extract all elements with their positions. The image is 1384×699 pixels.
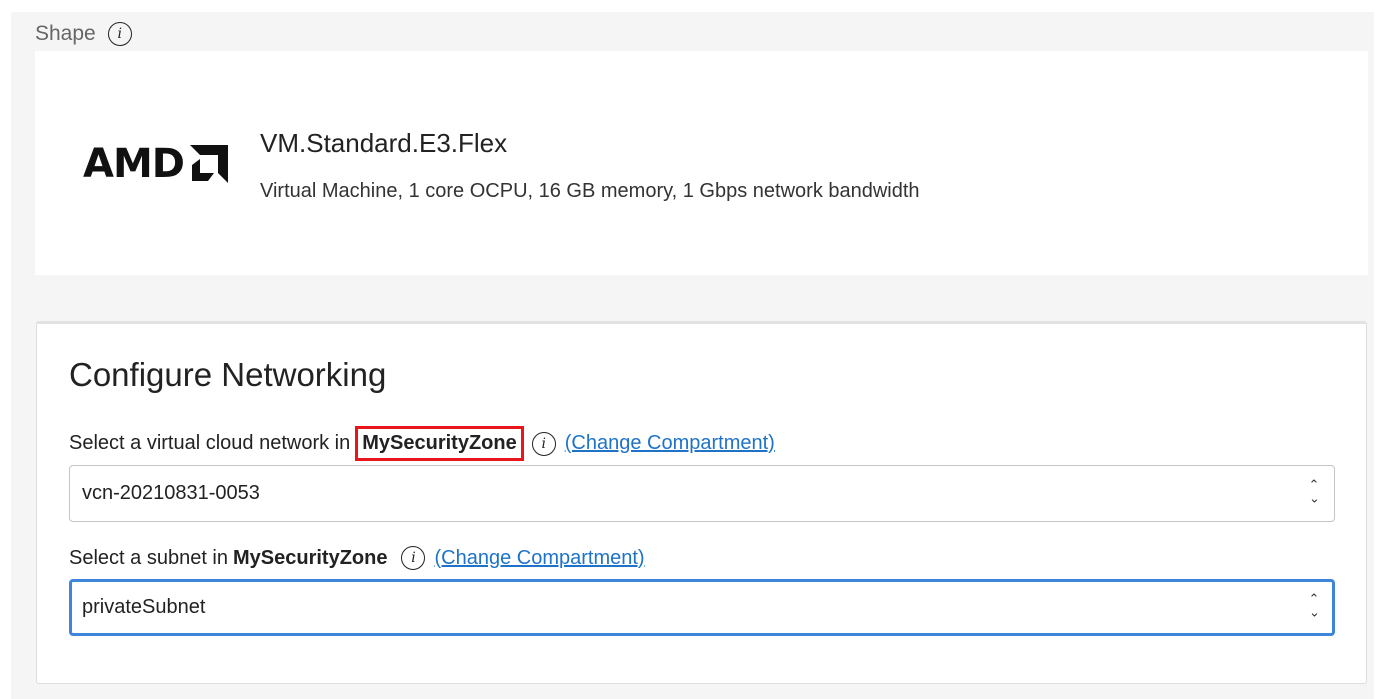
info-icon[interactable]: i xyxy=(401,546,426,570)
subnet-select[interactable]: privateSubnet ⌃ ⌃ xyxy=(69,579,1335,636)
amd-arrow-icon xyxy=(189,145,228,183)
amd-logo: AMD xyxy=(83,141,228,187)
shape-card: AMD VM.Standard.E3.Flex Virtual Machine,… xyxy=(35,51,1368,275)
info-icon[interactable]: i xyxy=(107,22,132,46)
section-title: Configure Networking xyxy=(69,356,387,393)
subnet-compartment-name: MySecurityZone xyxy=(233,546,388,569)
shape-section-label: Shape i xyxy=(35,22,132,46)
vcn-label-text: Select a virtual cloud network in xyxy=(69,432,351,454)
info-icon[interactable]: i xyxy=(531,431,556,456)
subnet-label: Select a subnet in MySecurityZone i (Cha… xyxy=(69,546,645,570)
subnet-label-text: Select a subnet in xyxy=(69,546,228,569)
subnet-change-compartment-link[interactable]: (Change Compartment) xyxy=(434,547,644,570)
shape-label: Shape xyxy=(35,22,96,45)
shape-name: VM.Standard.E3.Flex xyxy=(260,128,508,158)
amd-logo-text: AMD xyxy=(83,141,185,187)
chevron-up-down-icon: ⌃ ⌃ xyxy=(1308,591,1320,619)
vcn-select-value: vcn-20210831-0053 xyxy=(82,482,260,504)
shape-description: Virtual Machine, 1 core OCPU, 16 GB memo… xyxy=(260,180,920,202)
vcn-change-compartment-link[interactable]: (Change Compartment) xyxy=(565,432,775,455)
vcn-compartment-name: MySecurityZone xyxy=(355,426,524,461)
chevron-up-down-icon: ⌃ ⌃ xyxy=(1308,477,1320,505)
vcn-label: Select a virtual cloud network in MySecu… xyxy=(69,426,775,461)
configure-networking-card: Configure Networking Select a virtual cl… xyxy=(36,321,1367,684)
vcn-select[interactable]: vcn-20210831-0053 ⌃ ⌃ xyxy=(69,465,1335,522)
subnet-select-value: privateSubnet xyxy=(82,596,206,618)
